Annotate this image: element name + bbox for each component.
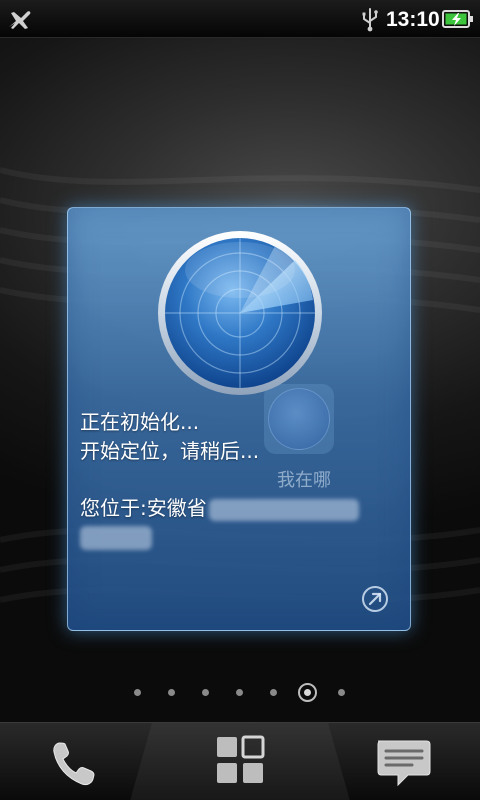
home-screen: 13:10 我在哪 正在初始化... 开始定位，请稍后... 您位于:安徽省 <box>0 0 480 800</box>
page-dot[interactable] <box>337 689 345 696</box>
page-indicator[interactable] <box>0 680 480 704</box>
location-widget[interactable]: 我在哪 正在初始化... 开始定位，请稍后... 您位于:安徽省 <box>67 207 411 631</box>
background-app-label: 我在哪 <box>277 470 331 491</box>
status-text-locating: 开始定位，请稍后... <box>80 439 260 463</box>
page-dot[interactable] <box>235 689 243 696</box>
battery-charging-icon <box>442 10 473 28</box>
page-dot[interactable] <box>269 689 277 696</box>
status-clock: 13:10 <box>386 8 440 31</box>
status-bar: 13:10 <box>0 0 480 38</box>
page-dot[interactable] <box>133 689 141 696</box>
all-apps-icon[interactable] <box>205 731 275 793</box>
page-dot[interactable] <box>201 689 209 696</box>
page-dot[interactable] <box>167 689 175 696</box>
status-text-initializing: 正在初始化... <box>80 410 200 434</box>
messages-icon[interactable] <box>368 733 438 795</box>
open-link-icon[interactable] <box>360 584 390 614</box>
phone-icon[interactable] <box>40 733 110 795</box>
dock-bar <box>0 722 480 800</box>
location-prefix: 您位于:安徽省 <box>80 496 207 520</box>
location-redacted-block <box>208 498 359 521</box>
usb-icon <box>362 8 378 32</box>
page-dot-current[interactable] <box>297 683 317 702</box>
location-redacted-block-2 <box>80 526 152 550</box>
location-text: 您位于:安徽省 <box>80 494 359 522</box>
radar-icon <box>158 231 322 395</box>
airplane-mode-icon <box>9 11 31 29</box>
